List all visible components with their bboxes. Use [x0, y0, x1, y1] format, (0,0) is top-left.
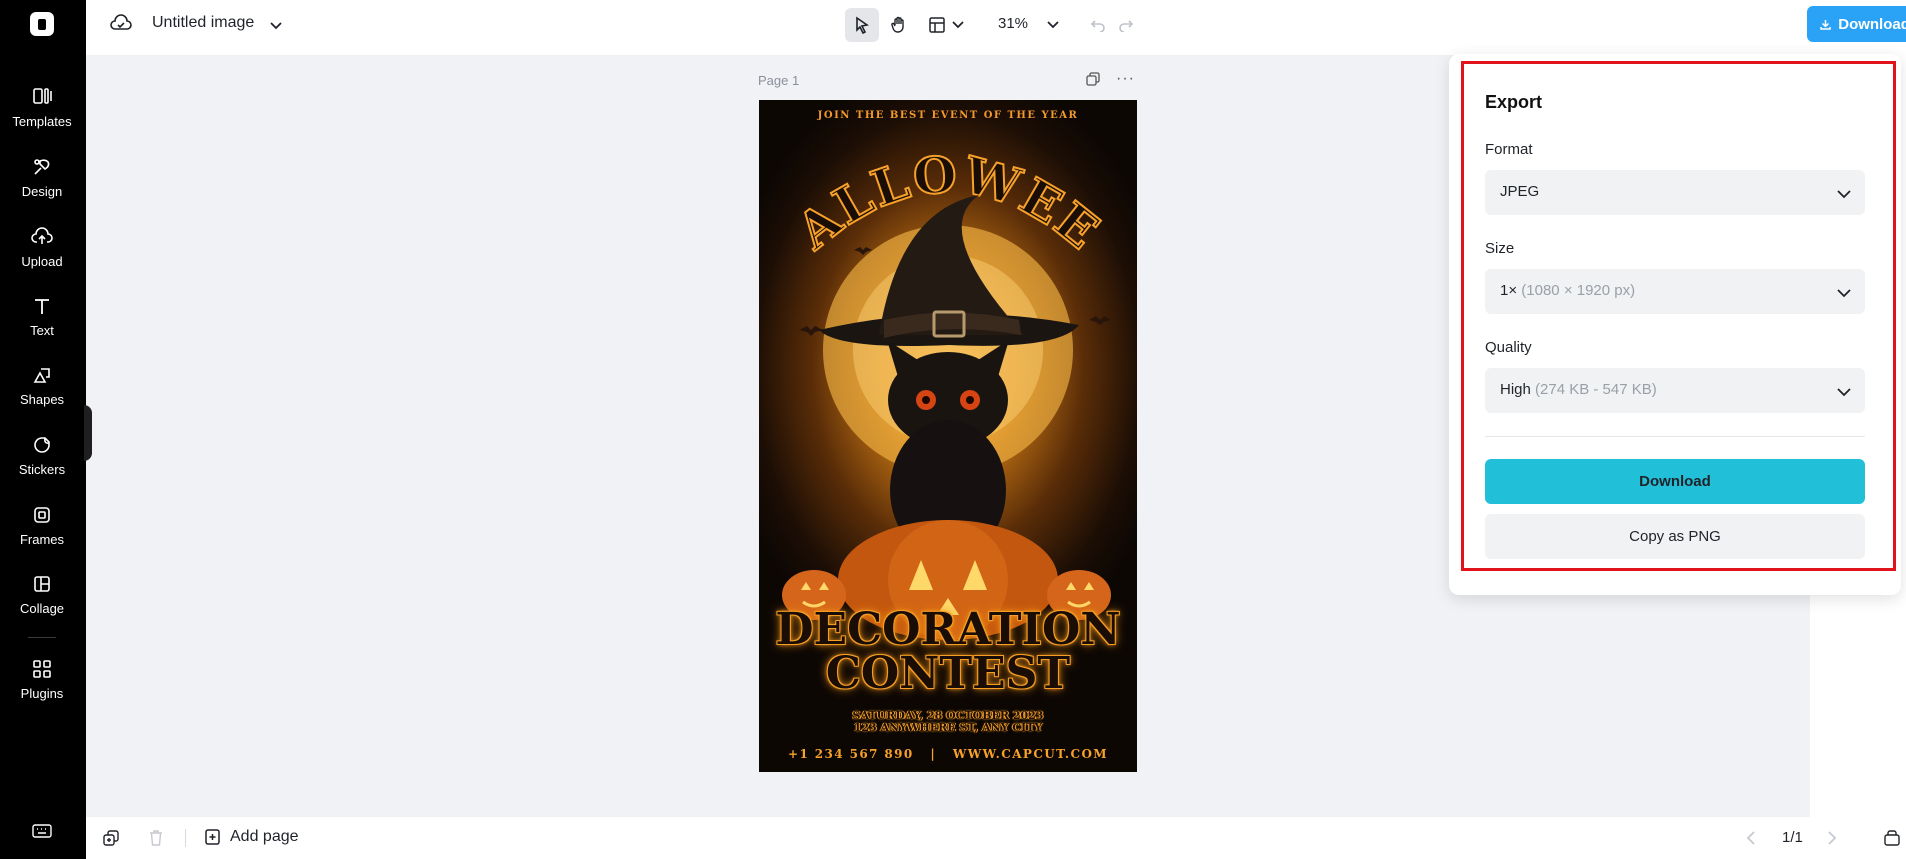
upload-icon [31, 226, 53, 248]
download-all-label: Download all [1838, 15, 1906, 33]
keyboard-shortcuts-icon[interactable] [32, 823, 52, 844]
sidebar-item-label: Templates [12, 114, 72, 129]
export-divider [1485, 436, 1865, 437]
sidebar-item-label: Design [21, 184, 63, 199]
sidebar-item-frames[interactable]: Frames [0, 504, 84, 547]
capcut-logo[interactable] [30, 12, 54, 36]
size-label: Size [1485, 240, 1515, 257]
poster-contact: +1 234 567 890 | WWW.CAPCUT.COM [787, 747, 1108, 761]
sidebar-item-label: Shapes [19, 392, 65, 407]
download-button[interactable]: Download [1485, 459, 1865, 504]
sidebar-item-stickers[interactable]: Stickers [0, 434, 84, 477]
poster-date-address: SATURDAY, 28 OCTOBER 2023 123 ANYWHERE S… [759, 710, 1137, 734]
sidebar-item-plugins[interactable]: Plugins [0, 658, 84, 701]
quality-value: High [1500, 381, 1531, 398]
zoom-level[interactable]: 31% [998, 15, 1028, 32]
sidebar-item-templates[interactable]: Templates [0, 86, 84, 129]
sidebar-item-label: Frames [19, 532, 65, 547]
sidebar-item-upload[interactable]: Upload [0, 226, 84, 269]
plugins-icon [31, 658, 53, 680]
shapes-icon [31, 364, 53, 386]
stickers-icon [31, 434, 53, 456]
undo-icon [1090, 20, 1105, 32]
quality-select[interactable]: High (274 KB - 547 KB) [1485, 368, 1865, 413]
size-select[interactable]: 1× (1080 × 1920 px) [1485, 269, 1865, 314]
sidebar-divider [28, 637, 56, 638]
layout-dropdown-button[interactable] [926, 8, 966, 42]
previous-page-icon[interactable] [1746, 831, 1756, 850]
page-counter: 1/1 [1782, 829, 1803, 846]
sidebar-item-label: Stickers [18, 462, 66, 477]
pointer-icon [856, 16, 869, 34]
duplicate-page-icon[interactable] [102, 829, 120, 852]
chevron-down-icon [1047, 21, 1059, 29]
format-value: JPEG [1500, 183, 1540, 200]
poster-address: 123 ANYWHERE ST, ANY CITY [853, 721, 1043, 734]
poster-canvas[interactable]: JOIN THE BEST EVENT OF THE YEAR HALLOWEE… [759, 100, 1137, 772]
collage-icon [31, 573, 53, 595]
format-label: Format [1485, 141, 1533, 158]
poster-subheadline-line-2: CONTEST [825, 648, 1071, 699]
size-value: 1× [1500, 282, 1518, 299]
hand-icon [891, 16, 904, 33]
sidebar-item-text[interactable]: Text [0, 295, 84, 338]
download-icon [1820, 19, 1831, 30]
trash-icon[interactable] [148, 829, 164, 852]
templates-icon [31, 86, 53, 108]
chevron-down-icon [1837, 285, 1851, 303]
size-detail: (1080 × 1920 px) [1521, 282, 1636, 299]
poster-subheadline: DECORATION CONTEST [759, 608, 1137, 696]
sidebar-item-label: Plugins [20, 686, 64, 701]
sidebar-item-label: Collage [19, 601, 65, 616]
add-page-label: Add page [230, 828, 299, 845]
page-more-options-icon[interactable]: ··· [1116, 70, 1135, 88]
bottom-bar: Add page 1/1 [86, 817, 1906, 859]
next-page-icon[interactable] [1827, 831, 1837, 850]
format-select[interactable]: JPEG [1485, 170, 1865, 215]
design-icon [31, 156, 53, 178]
chevron-down-icon [952, 21, 964, 29]
export-title: Export [1485, 92, 1543, 112]
undo-button[interactable] [1086, 8, 1110, 42]
layers-icon[interactable] [1883, 829, 1901, 852]
copy-as-png-button[interactable]: Copy as PNG [1485, 514, 1865, 559]
add-page-icon [205, 829, 220, 845]
redo-button[interactable] [1114, 8, 1138, 42]
page-label: Page 1 [758, 73, 800, 88]
chevron-down-icon[interactable] [270, 17, 282, 35]
top-bar: Untitled image 31% Download all [86, 0, 1906, 55]
sidebar-item-label: Upload [21, 254, 63, 269]
zoom-dropdown-button[interactable] [1043, 8, 1063, 42]
sidebar-item-label: Text [30, 323, 54, 338]
sidebar-item-collage[interactable]: Collage [0, 573, 84, 616]
chevron-down-icon [1837, 186, 1851, 204]
frames-icon [31, 504, 53, 526]
poster-subheadline-line-1: DECORATION [775, 604, 1121, 655]
quality-detail: (274 KB - 547 KB) [1535, 381, 1657, 398]
cloud-sync-icon[interactable] [110, 14, 132, 37]
sidebar-collapse-handle[interactable] [84, 405, 92, 461]
layout-icon [929, 17, 945, 33]
sidebar-item-design[interactable]: Design [0, 156, 84, 199]
select-tool-button[interactable] [845, 8, 879, 42]
add-page-button[interactable]: Add page [204, 828, 299, 846]
text-icon [31, 295, 53, 317]
left-sidebar: Templates Design Upload Text Shapes Stic… [0, 0, 86, 859]
download-all-button[interactable]: Download all [1807, 6, 1906, 42]
bottom-divider [185, 829, 186, 847]
sidebar-item-shapes[interactable]: Shapes [0, 364, 84, 407]
redo-icon [1119, 20, 1134, 32]
quality-label: Quality [1485, 339, 1532, 356]
document-title[interactable]: Untitled image [152, 14, 254, 32]
chevron-down-icon [1837, 384, 1851, 402]
hand-tool-button[interactable] [882, 8, 916, 42]
duplicate-page-icon[interactable] [1085, 71, 1101, 92]
